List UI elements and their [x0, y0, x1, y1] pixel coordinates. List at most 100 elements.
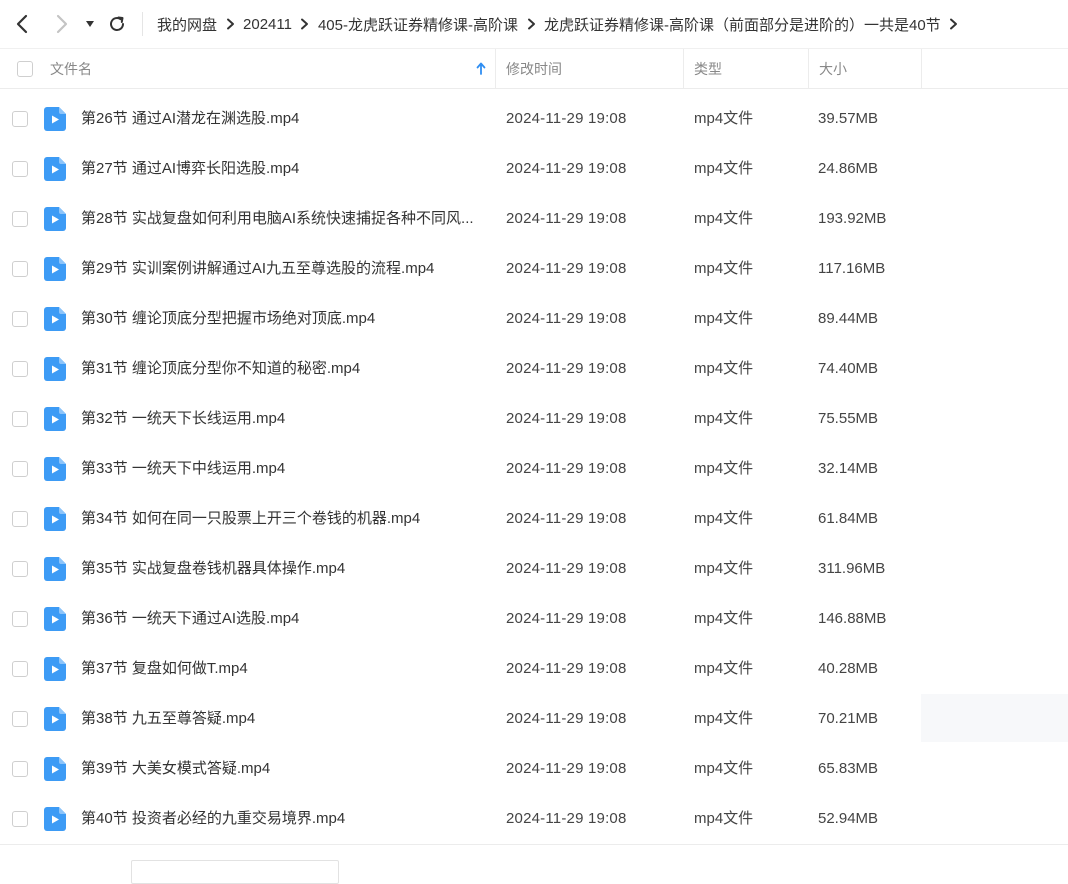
file-row[interactable]: 第34节 如何在同一只股票上开三个卷钱的机器.mp4 2024-11-29 19:…	[0, 494, 1068, 544]
file-type: mp4文件	[694, 660, 754, 677]
row-checkbox[interactable]	[12, 561, 28, 577]
file-row[interactable]: 第33节 一统天下中线运用.mp4 2024-11-29 19:08 mp4文件 32…	[0, 444, 1068, 494]
chevron-right-icon	[292, 18, 318, 30]
row-checkbox[interactable]	[12, 111, 28, 127]
column-header-type-label: 类型	[694, 60, 722, 77]
back-button[interactable]	[10, 12, 34, 36]
file-type: mp4文件	[694, 760, 754, 777]
column-header-size[interactable]: 大小	[819, 49, 847, 88]
file-row[interactable]: 第27节 通过AI博弈长阳选股.mp4 2024-11-29 19:08 mp4文件…	[0, 144, 1068, 194]
breadcrumb-item-root[interactable]: 我的网盘	[157, 14, 217, 35]
file-name[interactable]: 第30节 缠论顶底分型把握市场绝对顶底.mp4	[81, 294, 481, 344]
file-row[interactable]: 第37节 复盘如何做T.mp4 2024-11-29 19:08 mp4文件 40.2…	[0, 644, 1068, 694]
file-size: 74.40MB	[818, 360, 879, 377]
column-divider[interactable]	[921, 49, 922, 88]
file-modified-time: 2024-11-29 19:08	[506, 660, 627, 677]
column-header-type[interactable]: 类型	[694, 49, 722, 88]
chevron-left-icon	[16, 14, 28, 34]
video-file-icon	[44, 157, 66, 181]
file-list: 第26节 通过AI潜龙在渊选股.mp4 2024-11-29 19:08 mp4文件…	[0, 94, 1068, 844]
video-file-icon	[44, 407, 66, 431]
history-dropdown-button[interactable]	[80, 12, 100, 36]
row-checkbox[interactable]	[12, 311, 28, 327]
file-row[interactable]: 第39节 大美女模式答疑.mp4 2024-11-29 19:08 mp4文件 65.…	[0, 744, 1068, 794]
row-checkbox[interactable]	[12, 461, 28, 477]
footer-divider	[0, 844, 1068, 845]
file-modified-time: 2024-11-29 19:08	[506, 360, 627, 377]
file-type: mp4文件	[694, 810, 754, 827]
file-name[interactable]: 第40节 投资者必经的九重交易境界.mp4	[81, 794, 481, 844]
column-divider[interactable]	[808, 49, 809, 88]
file-size: 193.92MB	[818, 210, 887, 227]
video-file-icon	[44, 657, 66, 681]
file-row[interactable]: 第28节 实战复盘如何利用电脑AI系统快速捕捉各种不同风... 2024-11-2…	[0, 194, 1068, 244]
file-name[interactable]: 第39节 大美女模式答疑.mp4	[81, 744, 481, 794]
breadcrumb: 我的网盘 202411 405-龙虎跃证券精修课-高阶课 龙虎跃证券精修课-高阶…	[157, 0, 967, 48]
breadcrumb-item-course[interactable]: 405-龙虎跃证券精修课-高阶课	[318, 14, 518, 35]
video-file-icon	[44, 607, 66, 631]
file-row[interactable]: 第38节 九五至尊答疑.mp4 2024-11-29 19:08 mp4文件 70.2…	[0, 694, 1068, 744]
file-size: 24.86MB	[818, 160, 879, 177]
breadcrumb-more-button[interactable]	[941, 18, 967, 30]
breadcrumb-item-month[interactable]: 202411	[243, 16, 292, 33]
file-list-header: 文件名 修改时间 类型 大小	[0, 48, 1068, 89]
column-header-modified[interactable]: 修改时间	[506, 49, 562, 88]
row-checkbox[interactable]	[12, 161, 28, 177]
row-checkbox[interactable]	[12, 211, 28, 227]
file-name[interactable]: 第26节 通过AI潜龙在渊选股.mp4	[81, 94, 481, 144]
caret-down-icon	[86, 21, 94, 27]
file-name[interactable]: 第35节 实战复盘卷钱机器具体操作.mp4	[81, 544, 481, 594]
footer-input[interactable]	[131, 860, 339, 884]
toolbar-divider	[142, 12, 143, 36]
row-checkbox[interactable]	[12, 411, 28, 427]
file-modified-time: 2024-11-29 19:08	[506, 210, 627, 227]
file-modified-time: 2024-11-29 19:08	[506, 260, 627, 277]
row-checkbox[interactable]	[12, 261, 28, 277]
file-row[interactable]: 第26节 通过AI潜龙在渊选股.mp4 2024-11-29 19:08 mp4文件…	[0, 94, 1068, 144]
file-name[interactable]: 第31节 缠论顶底分型你不知道的秘密.mp4	[81, 344, 481, 394]
chevron-right-icon	[217, 18, 243, 30]
arrow-up-icon[interactable]	[476, 62, 486, 75]
row-checkbox[interactable]	[12, 611, 28, 627]
file-name[interactable]: 第33节 一统天下中线运用.mp4	[81, 444, 481, 494]
file-row[interactable]: 第35节 实战复盘卷钱机器具体操作.mp4 2024-11-29 19:08 mp4…	[0, 544, 1068, 594]
file-row[interactable]: 第40节 投资者必经的九重交易境界.mp4 2024-11-29 19:08 mp4…	[0, 794, 1068, 844]
file-modified-time: 2024-11-29 19:08	[506, 560, 627, 577]
file-modified-time: 2024-11-29 19:08	[506, 610, 627, 627]
column-divider[interactable]	[495, 49, 496, 88]
file-name[interactable]: 第38节 九五至尊答疑.mp4	[81, 694, 481, 744]
file-name[interactable]: 第28节 实战复盘如何利用电脑AI系统快速捕捉各种不同风...	[81, 194, 481, 244]
file-modified-time: 2024-11-29 19:08	[506, 110, 627, 127]
file-row[interactable]: 第29节 实训案例讲解通过AI九五至尊选股的流程.mp4 2024-11-29 1…	[0, 244, 1068, 294]
chevron-right-icon	[56, 14, 68, 34]
forward-button[interactable]	[50, 12, 74, 36]
file-name[interactable]: 第29节 实训案例讲解通过AI九五至尊选股的流程.mp4	[81, 244, 481, 294]
refresh-button[interactable]	[105, 12, 129, 36]
row-checkbox[interactable]	[12, 511, 28, 527]
file-type: mp4文件	[694, 510, 754, 527]
file-modified-time: 2024-11-29 19:08	[506, 410, 627, 427]
file-name[interactable]: 第34节 如何在同一只股票上开三个卷钱的机器.mp4	[81, 494, 481, 544]
file-name[interactable]: 第37节 复盘如何做T.mp4	[81, 644, 481, 694]
row-checkbox[interactable]	[12, 361, 28, 377]
video-file-icon	[44, 807, 66, 831]
file-size: 40.28MB	[818, 660, 879, 677]
breadcrumb-item-current[interactable]: 龙虎跃证券精修课-高阶课（前面部分是进阶的）一共是40节	[544, 14, 941, 35]
file-size: 70.21MB	[818, 710, 879, 727]
select-all-checkbox[interactable]	[17, 60, 33, 77]
video-file-icon	[44, 707, 66, 731]
row-checkbox[interactable]	[12, 811, 28, 827]
file-row[interactable]: 第31节 缠论顶底分型你不知道的秘密.mp4 2024-11-29 19:08 mp…	[0, 344, 1068, 394]
file-row[interactable]: 第32节 一统天下长线运用.mp4 2024-11-29 19:08 mp4文件 75…	[0, 394, 1068, 444]
file-name[interactable]: 第27节 通过AI博弈长阳选股.mp4	[81, 144, 481, 194]
column-header-name[interactable]: 文件名	[50, 49, 494, 88]
row-checkbox[interactable]	[12, 761, 28, 777]
file-name[interactable]: 第32节 一统天下长线运用.mp4	[81, 394, 481, 444]
file-row[interactable]: 第30节 缠论顶底分型把握市场绝对顶底.mp4 2024-11-29 19:08 m…	[0, 294, 1068, 344]
file-row[interactable]: 第36节 一统天下通过AI选股.mp4 2024-11-29 19:08 mp4文件…	[0, 594, 1068, 644]
column-divider[interactable]	[683, 49, 684, 88]
file-name[interactable]: 第36节 一统天下通过AI选股.mp4	[81, 594, 481, 644]
row-checkbox[interactable]	[12, 661, 28, 677]
row-checkbox[interactable]	[12, 711, 28, 727]
video-file-icon	[44, 207, 66, 231]
